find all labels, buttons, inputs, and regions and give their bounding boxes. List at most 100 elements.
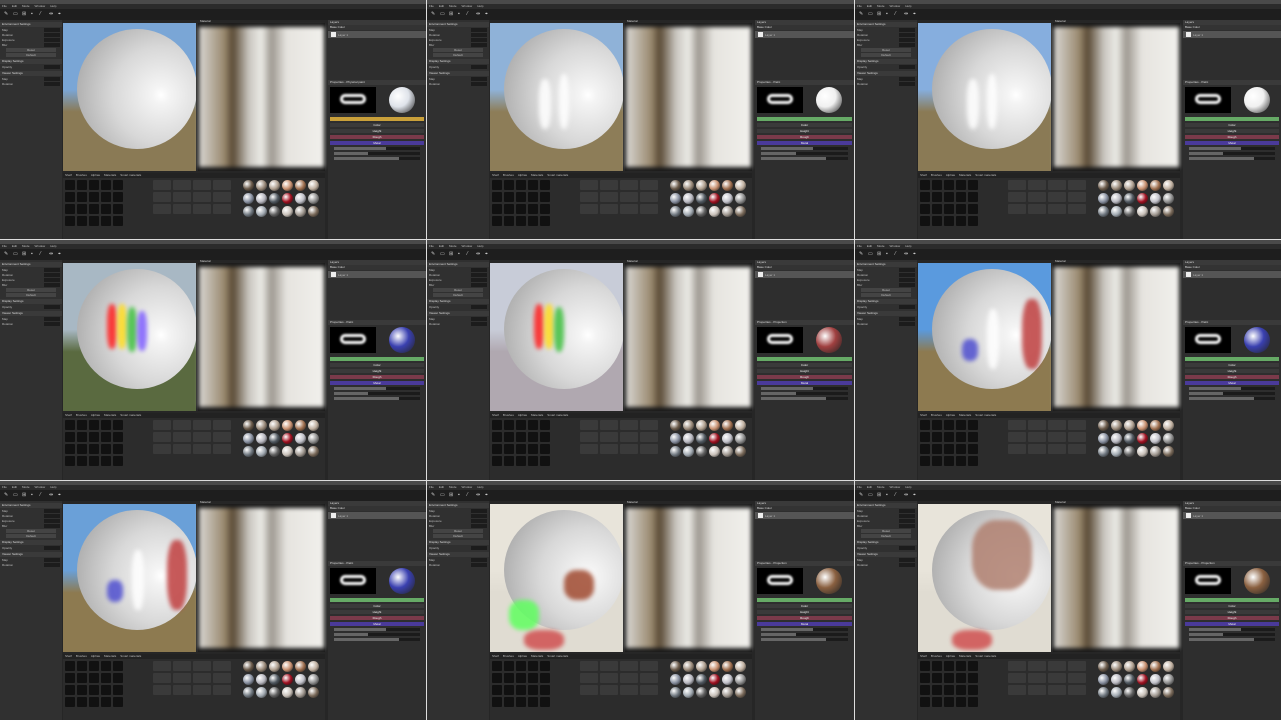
tab-brushes[interactable]: Brushes [931,413,942,418]
section-header[interactable]: Display Settings [427,299,489,304]
material-thumbnail[interactable] [670,687,681,698]
alpha-thumbnail[interactable] [89,432,99,442]
brush-thumbnail[interactable] [1028,661,1046,671]
brush-thumbnail[interactable] [1008,685,1026,695]
material-thumbnail[interactable] [683,661,694,672]
section-header[interactable]: Display Settings [855,299,917,304]
material-thumbnail[interactable] [735,674,746,685]
material-thumbnail[interactable] [1163,180,1174,191]
brush-thumbnail[interactable] [1048,192,1066,202]
material-thumbnail[interactable] [1163,687,1174,698]
material-thumbnail[interactable] [735,206,746,217]
material-thumbnail[interactable] [709,420,720,431]
channel-height[interactable]: Height [757,610,852,614]
brush-thumbnail[interactable] [1068,444,1086,454]
channel-height[interactable]: Height [330,129,424,133]
alpha-thumbnail[interactable] [920,697,930,707]
alpha-thumbnail[interactable] [504,456,514,466]
alpha-thumbnail[interactable] [89,673,99,683]
material-thumbnail[interactable] [722,433,733,444]
channel-select[interactable]: Base Color [1183,506,1281,511]
material-thumbnail[interactable] [1163,446,1174,457]
alpha-thumbnail[interactable] [113,456,123,466]
alpha-thumbnail[interactable] [89,661,99,671]
alpha-thumbnail[interactable] [920,456,930,466]
camera-icon[interactable]: ⌖ [913,493,918,498]
channel-rough[interactable]: Rough [330,616,424,620]
slider[interactable] [1189,147,1275,150]
alpha-thumbnail[interactable] [956,420,966,430]
brush-thumbnail[interactable] [1028,685,1046,695]
brush-thumbnail[interactable] [153,673,171,683]
material-thumbnail[interactable] [670,433,681,444]
material-thumbnail[interactable] [1150,180,1161,191]
alpha-thumbnail[interactable] [540,420,550,430]
viewport-3d[interactable] [490,504,623,652]
alpha-thumbnail[interactable] [920,432,930,442]
brush-thumbnail[interactable] [1068,661,1086,671]
alpha-thumbnail[interactable] [113,673,123,683]
alpha-thumbnail[interactable] [113,685,123,695]
alpha-thumbnail[interactable] [516,456,526,466]
material-thumbnail[interactable] [1098,206,1109,217]
brush-thumbnail[interactable] [193,192,211,202]
alpha-thumbnail[interactable] [504,685,514,695]
material-thumbnail[interactable] [1163,206,1174,217]
alpha-thumbnail[interactable] [492,444,502,454]
layer-row[interactable]: Layer 1 [1183,31,1281,38]
tab-shelf[interactable]: Shelf [920,654,927,659]
alpha-thumbnail[interactable] [516,673,526,683]
default-button[interactable]: Default [861,53,911,57]
alpha-thumbnail[interactable] [516,216,526,226]
brush-thumbnail[interactable] [193,204,211,214]
material-thumbnail[interactable] [696,674,707,685]
alpha-thumbnail[interactable] [528,673,538,683]
brush-thumbnail[interactable] [193,673,211,683]
tab-brushes[interactable]: Brushes [76,413,87,418]
material-thumbnail[interactable] [282,687,293,698]
alpha-thumbnail[interactable] [77,685,87,695]
material-thumbnail[interactable] [722,193,733,204]
picker-icon[interactable]: ⁄ [467,493,472,498]
viewport-3d[interactable] [63,23,196,171]
material-thumbnail[interactable] [269,420,280,431]
alpha-thumbnail[interactable] [920,216,930,226]
material-thumbnail[interactable] [722,674,733,685]
alpha-thumbnail[interactable] [944,432,954,442]
alpha-thumbnail[interactable] [944,685,954,695]
channel-metal[interactable]: Metal [1185,141,1279,145]
symmetry-icon[interactable]: ⇹ [49,12,54,17]
material-thumbnail[interactable] [735,687,746,698]
brush-thumbnail[interactable] [580,685,598,695]
reset-button[interactable]: Reset [861,288,911,292]
section-header[interactable]: Display Settings [0,540,62,545]
channel-color[interactable]: Color [1185,123,1279,127]
alpha-thumbnail[interactable] [113,192,123,202]
alpha-thumbnail[interactable] [89,180,99,190]
alpha-thumbnail[interactable] [920,661,930,671]
section-header[interactable]: Environment Settings [855,22,917,27]
alpha-thumbnail[interactable] [113,444,123,454]
alpha-thumbnail[interactable] [65,204,75,214]
material-thumbnail[interactable] [683,193,694,204]
brush-thumbnail[interactable] [173,661,191,671]
material-thumbnail[interactable] [295,661,306,672]
channel-color[interactable]: Color [1185,363,1279,367]
material-thumbnail[interactable] [256,180,267,191]
brush-thumbnail[interactable] [580,661,598,671]
material-thumbnail[interactable] [282,193,293,204]
texture-view[interactable] [626,508,751,648]
material-thumbnail[interactable] [722,687,733,698]
picker-icon[interactable]: ⁄ [40,252,45,257]
paint-brush-icon[interactable]: ✎ [4,493,9,498]
projection-icon[interactable]: ⊞ [449,252,454,257]
alpha-thumbnail[interactable] [516,685,526,695]
layer-row[interactable]: Layer 1 [755,271,854,278]
slider[interactable] [1189,397,1275,400]
brush-thumbnail[interactable] [620,420,638,430]
paint-brush-icon[interactable]: ✎ [859,493,864,498]
viewport-2d[interactable]: Material [198,259,325,411]
tab-smart-materials[interactable]: Smart materials [120,173,141,178]
material-thumbnail[interactable] [670,446,681,457]
alpha-thumbnail[interactable] [540,444,550,454]
